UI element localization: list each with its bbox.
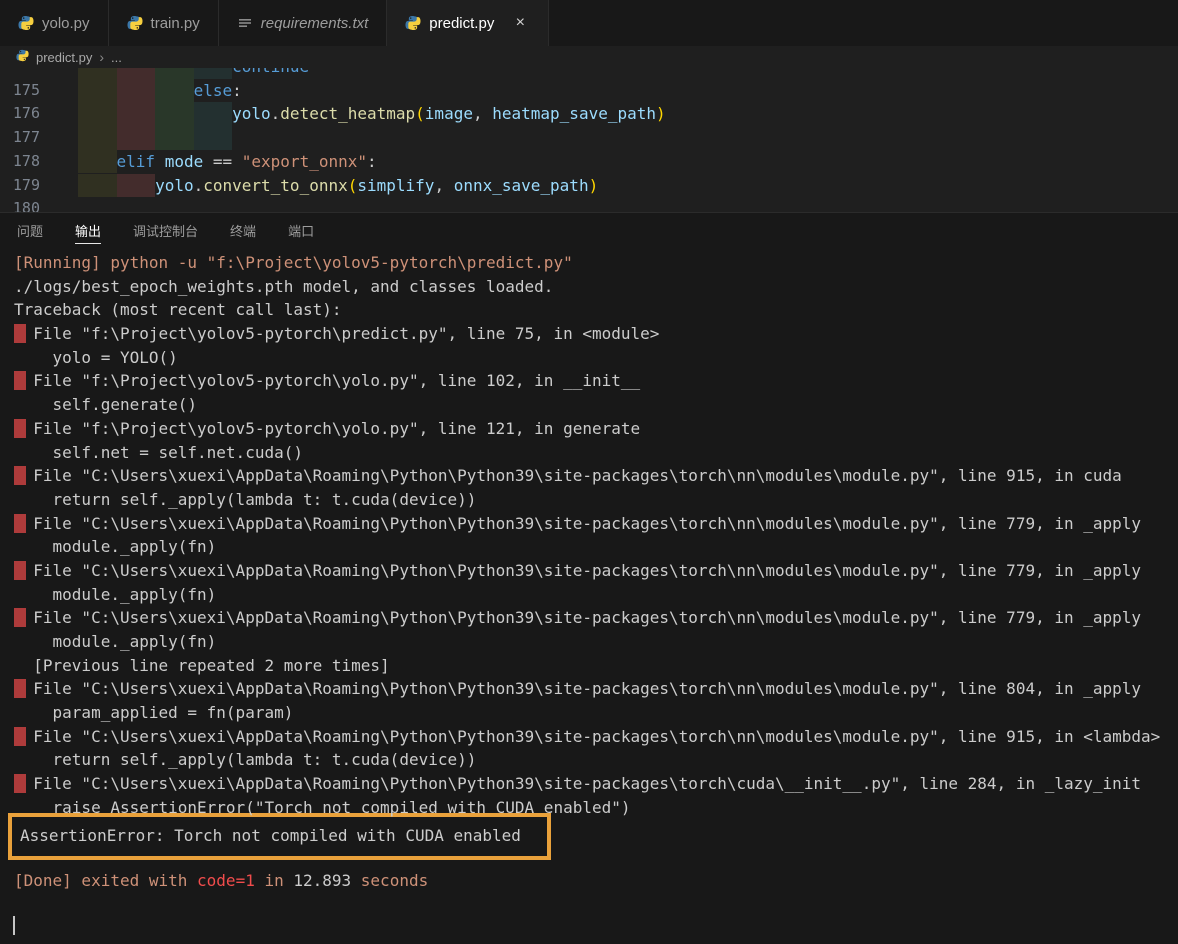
output-line: self.net = self.net.cuda() <box>0 441 1178 465</box>
output-line: return self._apply(lambda t: t.cuda(devi… <box>0 748 1178 772</box>
error-marker <box>14 561 26 580</box>
editor-tab-yolo-py[interactable]: yolo.py <box>0 0 109 46</box>
line-number: 175 <box>0 79 40 103</box>
python-icon <box>18 15 34 31</box>
code-line: yolo.convert_to_onnx(simplify, onnx_save… <box>78 174 598 198</box>
breadcrumb-file[interactable]: predict.py <box>36 50 92 65</box>
traceback-file-line[interactable]: File "f:\Project\yolov5-pytorch\predict.… <box>0 322 1178 346</box>
panel-tab-item[interactable]: 问题 <box>17 218 43 244</box>
python-icon <box>127 15 143 31</box>
error-marker <box>14 371 26 390</box>
assertion-error-line: AssertionError: Torch not compiled with … <box>12 824 547 848</box>
error-marker <box>14 324 26 343</box>
panel-tab-active[interactable]: 输出 <box>75 218 101 244</box>
panel-tab-bar: 问题 输出 调试控制台 终端 端口 <box>0 212 1178 248</box>
editor-tab-predict-py[interactable]: predict.py × <box>387 0 549 46</box>
code-editor[interactable]: continue 175 else: 176 yolo.detect_heatmap… <box>0 68 1178 212</box>
error-marker <box>14 727 26 746</box>
traceback-file-line[interactable]: File "C:\Users\xuexi\AppData\Roaming\Pyt… <box>0 725 1178 749</box>
breadcrumb: predict.py › ... <box>0 46 1178 68</box>
runner-done-line: [Done] exited with code=1 in 12.893 seco… <box>0 869 1178 893</box>
code-line: else: <box>78 79 242 103</box>
indent-rainbow-block <box>78 126 117 150</box>
code-line: continue <box>78 68 309 79</box>
output-line: self.generate() <box>0 393 1178 417</box>
tab-label: predict.py <box>429 15 494 32</box>
close-tab-icon[interactable]: × <box>510 13 530 33</box>
tab-label: yolo.py <box>42 15 90 32</box>
output-line: ./logs/best_epoch_weights.pth model, and… <box>0 275 1178 299</box>
output-line: raise AssertionError("Torch not compiled… <box>0 796 1178 820</box>
error-marker <box>14 608 26 627</box>
output-line: module._apply(fn) <box>0 630 1178 654</box>
traceback-file-line[interactable]: File "C:\Users\xuexi\AppData\Roaming\Pyt… <box>0 606 1178 630</box>
traceback-file-line[interactable]: File "C:\Users\xuexi\AppData\Roaming\Pyt… <box>0 772 1178 796</box>
line-number: 176 <box>0 102 40 126</box>
output-line: param_applied = fn(param) <box>0 701 1178 725</box>
indent-rainbow-block <box>155 126 194 150</box>
error-marker <box>14 679 26 698</box>
line-number: 178 <box>0 150 40 174</box>
code-line: yolo.detect_heatmap(image, heatmap_save_… <box>78 102 666 126</box>
output-line: return self._apply(lambda t: t.cuda(devi… <box>0 488 1178 512</box>
python-icon <box>405 15 421 31</box>
error-marker <box>14 514 26 533</box>
output-line: module._apply(fn) <box>0 535 1178 559</box>
breadcrumb-ellipsis[interactable]: ... <box>111 50 122 65</box>
runner-command-line: [Running] python -u "f:\Project\yolov5-p… <box>0 251 1178 275</box>
output-line: yolo = YOLO() <box>0 346 1178 370</box>
traceback-file-line[interactable]: File "C:\Users\xuexi\AppData\Roaming\Pyt… <box>0 559 1178 583</box>
traceback-file-line[interactable]: File "f:\Project\yolov5-pytorch\yolo.py"… <box>0 369 1178 393</box>
code-line: elif mode == "export_onnx": <box>78 150 377 174</box>
tab-label: requirements.txt <box>261 15 369 32</box>
python-icon <box>16 50 29 65</box>
tab-label: train.py <box>151 15 200 32</box>
error-marker <box>14 466 26 485</box>
line-number: 179 <box>0 174 40 198</box>
indent-rainbow-block <box>194 126 233 150</box>
traceback-file-line[interactable]: File "C:\Users\xuexi\AppData\Roaming\Pyt… <box>0 512 1178 536</box>
python-file-icon <box>16 49 29 65</box>
indent-rainbow-block <box>117 126 156 150</box>
line-number: 177 <box>0 126 40 150</box>
error-highlight-box: AssertionError: Torch not compiled with … <box>8 813 551 861</box>
error-marker <box>14 774 26 793</box>
output-line: Traceback (most recent call last): <box>0 298 1178 322</box>
traceback-file-line[interactable]: File "f:\Project\yolov5-pytorch\yolo.py"… <box>0 417 1178 441</box>
panel-tab-item[interactable]: 调试控制台 <box>133 218 198 244</box>
line-number: 180 <box>0 197 40 212</box>
text-cursor <box>13 916 15 935</box>
text-file-icon <box>237 15 253 31</box>
output-line: [Previous line repeated 2 more times] <box>0 654 1178 678</box>
chevron-right-icon: › <box>99 49 104 65</box>
traceback-file-line[interactable]: File "C:\Users\xuexi\AppData\Roaming\Pyt… <box>0 464 1178 488</box>
editor-tab-bar: yolo.py train.py requirements.txt predict.p… <box>0 0 1178 46</box>
error-marker <box>14 419 26 438</box>
output-console[interactable]: [Running] python -u "f:\Project\yolov5-p… <box>0 248 1178 935</box>
panel-tab-item[interactable]: 端口 <box>288 218 314 244</box>
editor-tab-requirements-txt[interactable]: requirements.txt <box>219 0 388 46</box>
editor-tab-train-py[interactable]: train.py <box>109 0 219 46</box>
output-line: module._apply(fn) <box>0 583 1178 607</box>
panel-tab-item[interactable]: 终端 <box>230 218 256 244</box>
traceback-file-line[interactable]: File "C:\Users\xuexi\AppData\Roaming\Pyt… <box>0 677 1178 701</box>
